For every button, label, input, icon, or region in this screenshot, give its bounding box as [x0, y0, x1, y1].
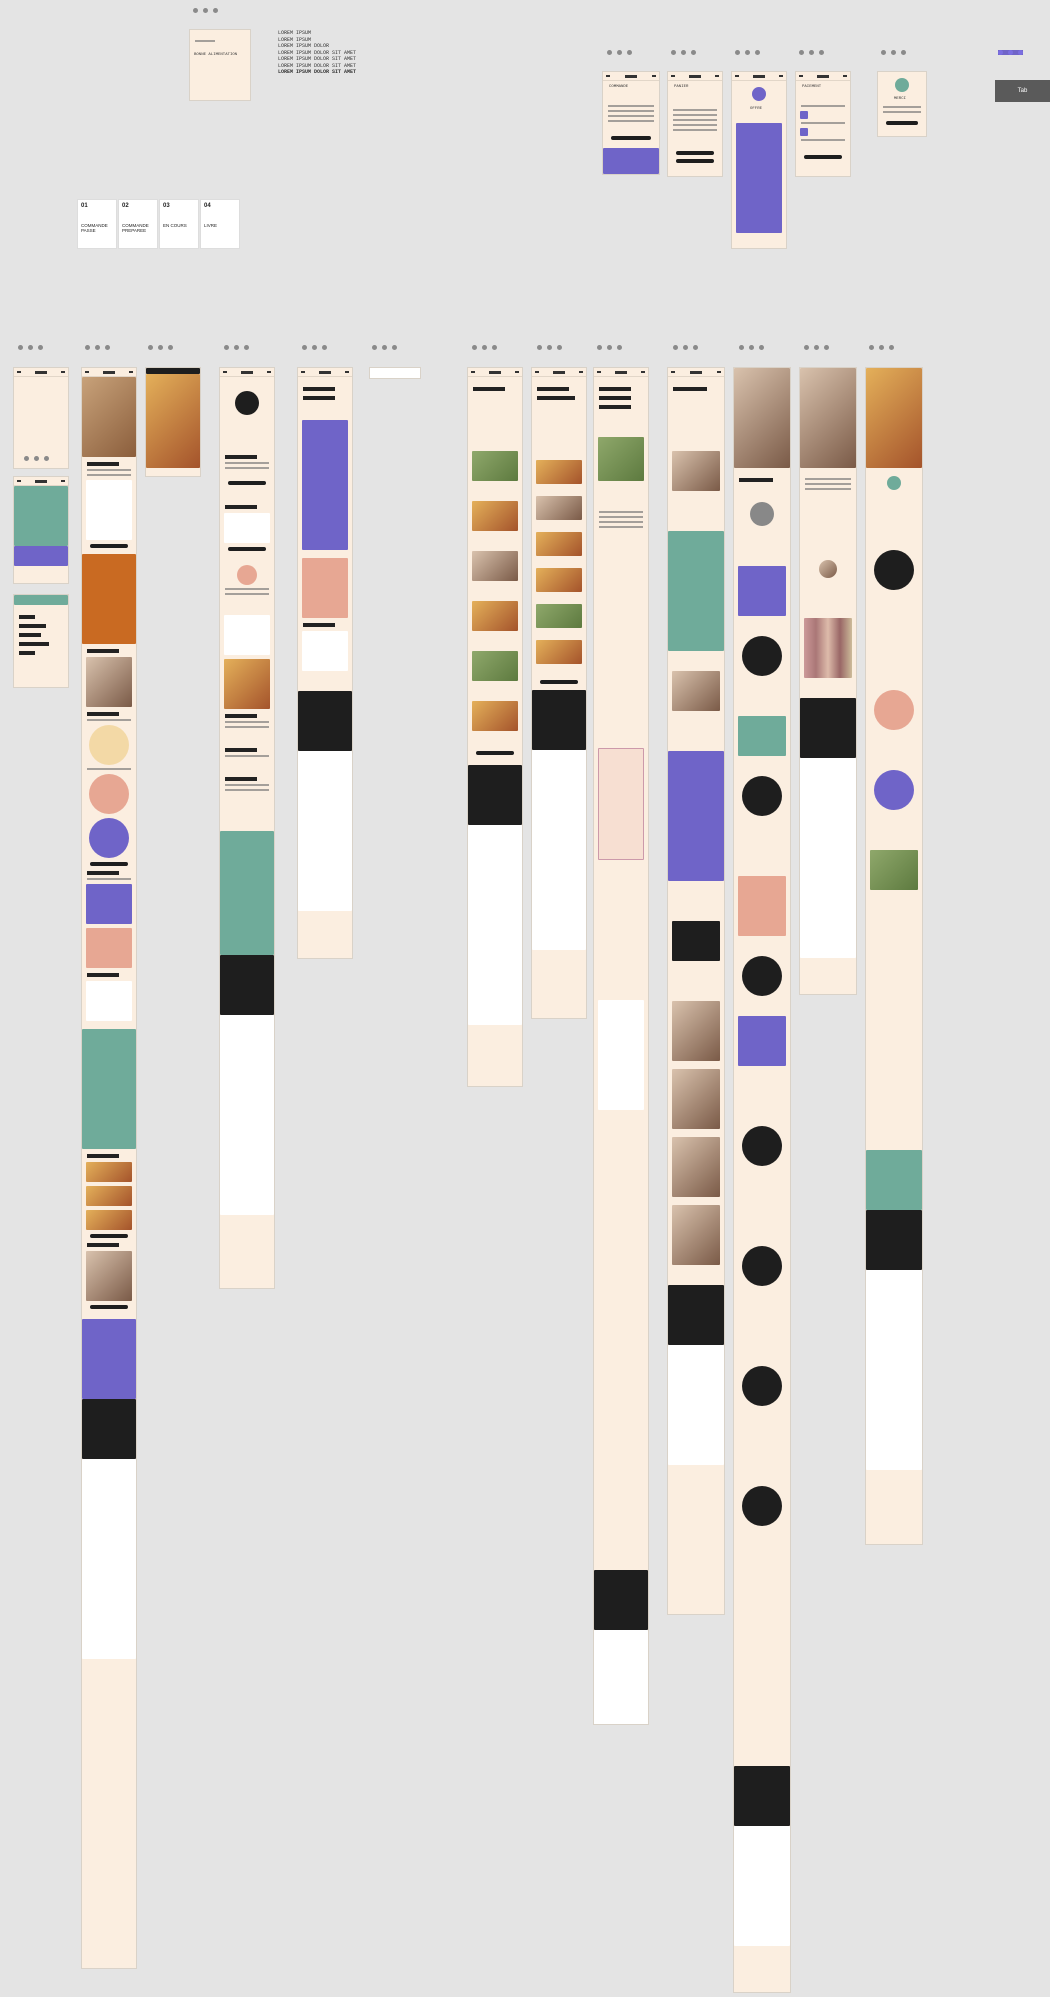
confirm-frame[interactable]: MERCI — [878, 72, 926, 136]
frame-dots — [224, 345, 249, 350]
frame-dots — [472, 345, 497, 350]
step-number: 01 — [81, 203, 88, 209]
small-banner-frame[interactable] — [370, 368, 420, 378]
frame-title: PANIER — [674, 85, 689, 89]
journal-frame[interactable] — [468, 368, 522, 1086]
intro-frame[interactable]: BONNE ALIMENTATION — [190, 30, 250, 100]
frame-dots-selected — [998, 50, 1023, 55]
homepage-frame[interactable] — [82, 368, 136, 1968]
frame-dots — [673, 345, 698, 350]
step-card[interactable]: 03 EN COURS — [160, 200, 198, 248]
frame-dots — [804, 345, 829, 350]
article-frame[interactable] — [532, 368, 586, 1018]
frame-dots — [739, 345, 764, 350]
note-line: LOREM IPSUM DOLOR SIT AMET — [278, 56, 357, 62]
long-article-frame[interactable] — [594, 368, 648, 1724]
step-card[interactable]: 04 LIVRE — [201, 200, 239, 248]
payment-frame[interactable]: PAIEMENT — [796, 72, 850, 176]
frame-dots — [607, 50, 632, 55]
offer-frame[interactable]: OFFRE — [732, 72, 786, 248]
step-text: COMMANDE PASSE — [81, 223, 108, 233]
step-text: COMMANDE PREPAREE — [122, 223, 149, 233]
step-number: 04 — [204, 203, 211, 209]
frame-dots — [18, 345, 43, 350]
menu-frame-teal[interactable] — [14, 477, 68, 583]
notes-block: LOREM IPSUM LOREM IPSUM LOREM IPSUM DOLO… — [278, 30, 356, 76]
cart-frame[interactable]: PANIER — [668, 72, 722, 176]
frame-dots — [193, 8, 218, 13]
frame-title: COMMANDE — [609, 85, 629, 89]
note-line: LOREM IPSUM DOLOR SIT AMET — [278, 69, 357, 75]
frame-dots — [881, 50, 906, 55]
tab-chip[interactable]: Tab — [995, 80, 1050, 102]
intro-frame-text: BONNE ALIMENTATION — [194, 53, 238, 57]
recommended-frame[interactable] — [668, 368, 724, 1614]
frame-dots — [372, 345, 397, 350]
foodhub-frame[interactable] — [298, 368, 352, 958]
nutrition-frame[interactable] — [866, 368, 922, 1544]
step-card[interactable]: 01 COMMANDE PASSE — [78, 200, 116, 248]
frame-title: PAIEMENT — [802, 85, 822, 89]
checkout-frame[interactable]: COMMANDE — [603, 72, 659, 174]
profile-frame[interactable] — [734, 368, 790, 1992]
frame-dots — [537, 345, 562, 350]
hero-frame[interactable] — [146, 368, 200, 476]
frame-title: MERCI — [894, 97, 907, 101]
step-card[interactable]: 02 COMMANDE PREPAREE — [119, 200, 157, 248]
frame-dots — [85, 345, 110, 350]
frame-dots — [735, 50, 760, 55]
step-text: LIVRE — [204, 223, 218, 228]
step-number: 03 — [163, 203, 170, 209]
frame-dots — [302, 345, 327, 350]
tab-chip-label: Tab — [1017, 88, 1028, 94]
splash-frame[interactable] — [14, 368, 68, 468]
menu-frame-cream[interactable] — [14, 595, 68, 687]
frame-dots — [597, 345, 622, 350]
step-number: 02 — [122, 203, 129, 209]
product-title — [225, 455, 258, 459]
community-frame[interactable] — [800, 368, 856, 994]
product-frame[interactable] — [220, 368, 274, 1288]
step-text: EN COURS — [163, 223, 187, 228]
frame-dots — [799, 50, 824, 55]
frame-title: OFFRE — [750, 107, 763, 111]
frame-dots — [671, 50, 696, 55]
frame-dots — [869, 345, 894, 350]
frame-dots — [148, 345, 173, 350]
